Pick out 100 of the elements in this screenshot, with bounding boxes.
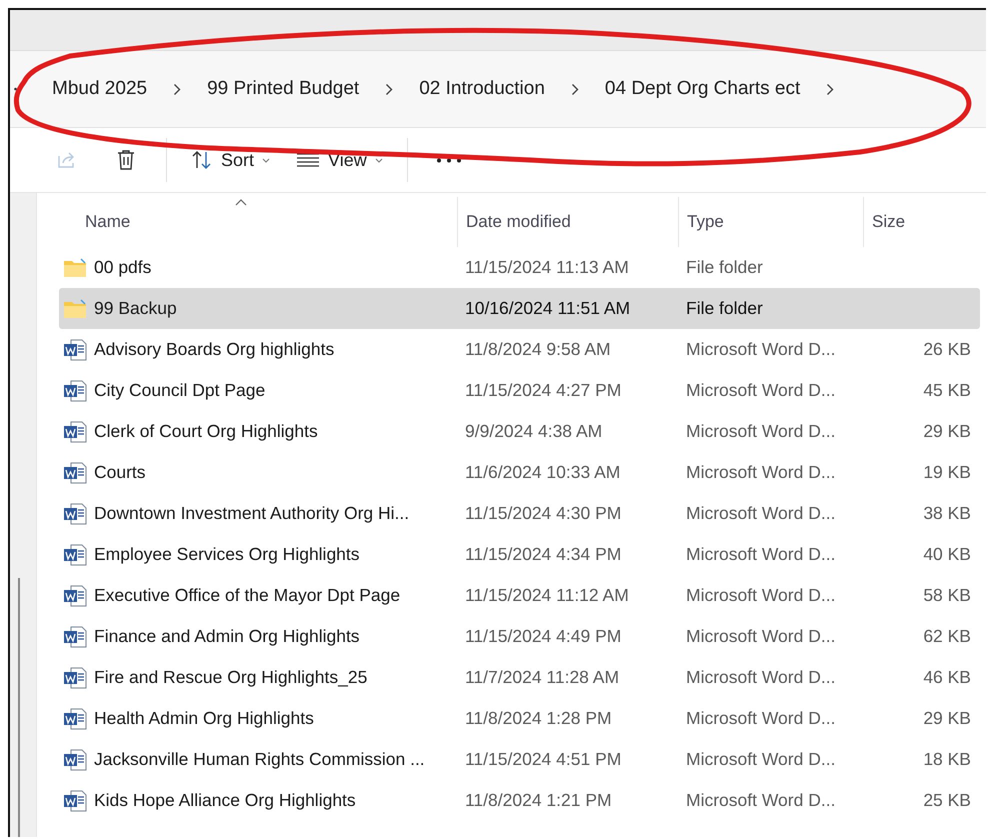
date-modified: 11/15/2024 4:27 PM [465, 380, 622, 400]
file-name: Employee Services Org Highlights [94, 544, 360, 565]
file-name: Finance and Admin Org Highlights [94, 626, 360, 647]
file-type: Microsoft Word D... [686, 667, 836, 687]
file-name: City Council Dpt Page [94, 380, 266, 401]
breadcrumb-item[interactable]: 04 Dept Org Charts ect [604, 74, 800, 104]
file-size: 62 KB [923, 626, 971, 646]
column-header[interactable]: Type [687, 212, 724, 232]
file-row[interactable]: Courts 11/6/2024 10:33 AM Microsoft Word D... 19 KB [59, 452, 980, 493]
file-name: Advisory Boards Org highlights [94, 339, 334, 360]
file-name: Jacksonville Human Rights Commission ... [94, 749, 425, 770]
word-document-icon [63, 748, 87, 770]
date-modified: 9/9/2024 4:38 AM [465, 421, 602, 441]
file-row[interactable]: Employee Services Org Highlights 11/15/2024 4:34 PM Microsoft Word D... 40 KB [59, 534, 980, 575]
file-name: 99 Backup [94, 298, 177, 319]
file-type: Microsoft Word D... [686, 421, 836, 441]
file-size: 38 KB [923, 503, 971, 523]
file-type: Microsoft Word D... [686, 503, 836, 523]
word-document-icon [63, 584, 87, 606]
file-type: Microsoft Word D... [686, 749, 836, 769]
file-size: 26 KB [923, 339, 971, 359]
date-modified: 11/15/2024 4:34 PM [465, 544, 622, 564]
file-type: Microsoft Word D... [686, 626, 836, 646]
caret-icon [374, 158, 383, 162]
file-name: Clerk of Court Org Highlights [94, 421, 318, 442]
file-size: 58 KB [923, 585, 971, 605]
column-header[interactable]: Name [85, 212, 130, 232]
word-document-icon [63, 626, 87, 648]
file-name: Health Admin Org Highlights [94, 708, 314, 729]
date-modified: 10/16/2024 11:51 AM [465, 298, 630, 318]
date-modified: 11/6/2024 10:33 AM [465, 462, 620, 482]
file-type: Microsoft Word D... [686, 790, 836, 810]
word-document-icon [63, 790, 87, 812]
file-size: 19 KB [923, 462, 971, 482]
file-row[interactable]: Executive Office of the Mayor Dpt Page 11/15/2024 11:12 AM Microsoft Word D... 58 KB [59, 575, 980, 616]
file-type: File folder [686, 257, 763, 277]
file-size: 45 KB [923, 380, 971, 400]
file-row[interactable]: Finance and Admin Org Highlights 11/15/2024 4:49 PM Microsoft Word D... 62 KB [59, 616, 980, 657]
word-document-icon [63, 544, 87, 566]
file-size: 18 KB [923, 749, 971, 769]
breadcrumb-item[interactable]: 99 Printed Budget [207, 74, 360, 104]
date-modified: 11/8/2024 1:28 PM [465, 708, 612, 728]
word-document-icon [63, 420, 87, 442]
column-header[interactable]: Date modified [466, 212, 571, 232]
trash-icon [116, 149, 136, 171]
file-row[interactable]: Health Admin Org Highlights 11/8/2024 1:28 PM Microsoft Word D... 29 KB [59, 698, 980, 739]
sort-arrows-icon [191, 150, 213, 170]
file-size: 40 KB [923, 544, 971, 564]
word-document-icon [63, 462, 87, 484]
file-row[interactable]: 99 Backup 10/16/2024 11:51 AM File folder [59, 288, 980, 329]
date-modified: 11/15/2024 4:51 PM [465, 749, 622, 769]
file-size: 29 KB [923, 708, 971, 728]
column-header[interactable]: Size [872, 212, 906, 232]
file-type: Microsoft Word D... [686, 380, 836, 400]
date-modified: 11/8/2024 9:58 AM [465, 339, 611, 359]
file-row[interactable]: Fire and Rescue Org Highlights_25 11/7/2024 11:28 AM Microsoft Word D... 46 KB [59, 657, 980, 698]
file-row[interactable]: Downtown Investment Authority Org Hi... 11/15/2024 4:30 PM Microsoft Word D... 38 KB [59, 493, 980, 534]
word-document-icon [63, 380, 87, 402]
file-row[interactable]: Advisory Boards Org highlights 11/8/2024 9:58 AM Microsoft Word D... 26 KB [59, 329, 980, 370]
chevron-right-icon[interactable] [385, 82, 394, 96]
date-modified: 11/15/2024 11:12 AM [465, 585, 629, 605]
file-row[interactable]: Kids Hope Alliance Org Highlights 11/8/2024 1:21 PM Microsoft Word D... 25 KB [59, 780, 980, 821]
lines-icon [296, 153, 320, 167]
chevron-right-icon[interactable] [826, 82, 834, 96]
file-row[interactable]: Jacksonville Human Rights Commission ... 11/15/2024 4:51 PM Microsoft Word D... 18 KB [59, 739, 980, 780]
date-modified: 11/15/2024 11:13 AM [465, 257, 629, 277]
file-row[interactable]: 00 pdfs 11/15/2024 11:13 AM File folder [59, 247, 980, 288]
word-document-icon [63, 338, 87, 360]
date-modified: 11/7/2024 11:28 AM [465, 667, 620, 687]
file-size: 29 KB [923, 421, 971, 441]
file-type: File folder [686, 298, 763, 318]
folder-icon [63, 258, 87, 278]
file-type: Microsoft Word D... [686, 585, 836, 605]
breadcrumb-item[interactable]: Mbud 2025 [52, 74, 148, 104]
word-document-icon [63, 666, 87, 688]
file-type: Microsoft Word D... [686, 339, 836, 359]
caret-icon [262, 158, 270, 162]
chevron-right-icon[interactable] [173, 82, 182, 96]
file-name: Fire and Rescue Org Highlights_25 [94, 667, 368, 688]
file-row[interactable]: Clerk of Court Org Highlights 9/9/2024 4:38 AM Microsoft Word D... 29 KB [59, 411, 980, 452]
file-type: Microsoft Word D... [686, 708, 836, 728]
date-modified: 11/15/2024 4:49 PM [465, 626, 622, 646]
file-type: Microsoft Word D... [686, 544, 836, 564]
sort-button[interactable]: Sort [181, 141, 280, 179]
view-button[interactable]: View [286, 141, 393, 179]
word-document-icon [63, 708, 87, 730]
file-name: Executive Office of the Mayor Dpt Page [94, 585, 400, 606]
more-icon[interactable] [436, 158, 462, 162]
word-document-icon [63, 502, 87, 524]
date-modified: 11/8/2024 1:21 PM [465, 790, 612, 810]
folder-icon [63, 298, 87, 318]
file-size: 25 KB [923, 790, 971, 810]
file-name: Kids Hope Alliance Org Highlights [94, 790, 356, 811]
chevron-right-icon[interactable] [570, 82, 579, 96]
breadcrumb-item[interactable]: 02 Introduction [419, 74, 545, 104]
file-name: Courts [94, 462, 146, 483]
file-size: 46 KB [923, 667, 971, 687]
file-type: Microsoft Word D... [686, 462, 836, 482]
sort-caret-icon [235, 199, 247, 206]
file-row[interactable]: City Council Dpt Page 11/15/2024 4:27 PM Microsoft Word D... 45 KB [59, 370, 980, 411]
